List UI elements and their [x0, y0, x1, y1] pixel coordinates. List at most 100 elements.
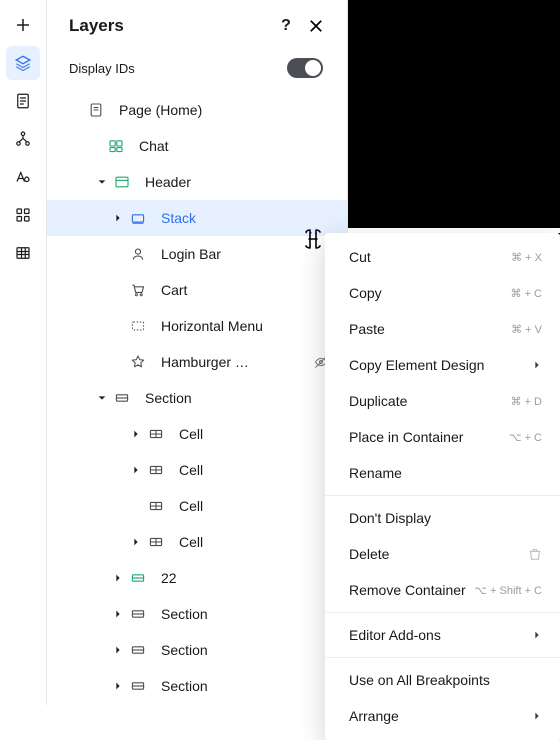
left-rail [0, 0, 47, 705]
layer-row[interactable]: Cell [47, 416, 347, 452]
layer-row[interactable]: Cell [47, 488, 347, 524]
layer-row[interactable]: Login Bar [47, 236, 347, 272]
layer-label: Page (Home) [119, 102, 202, 118]
layer-row[interactable]: 22 [47, 560, 347, 596]
rail-item-data[interactable] [6, 236, 40, 270]
chat-icon [107, 137, 125, 155]
menu-item[interactable]: Copy ⌘ + C [325, 275, 560, 311]
layer-label: Horizontal Menu [161, 318, 263, 334]
menu-item[interactable]: Use on All Breakpoints [325, 662, 560, 698]
cell-icon [147, 497, 165, 515]
help-icon[interactable]: ? [277, 17, 295, 35]
chevron-right-icon [532, 630, 542, 640]
close-icon[interactable] [307, 17, 325, 35]
context-menu: Cut⌘ + X Copy ⌘ + C Paste ⌘ + V Copy Element … [325, 233, 560, 740]
menu-item-label: Copy Element Design [349, 357, 484, 373]
cell-icon [147, 461, 165, 479]
page-icon [87, 101, 105, 119]
hmenu-icon [129, 317, 147, 335]
menu-item[interactable]: Duplicate ⌘ + D [325, 383, 560, 419]
display-ids-label: Display IDs [69, 61, 287, 76]
chevron-right-icon[interactable] [111, 681, 125, 691]
menu-shortcut: ⌘ + V [511, 323, 542, 336]
menu-item[interactable]: Rename [325, 455, 560, 491]
menu-item-label: Don't Display [349, 510, 431, 526]
layers-panel: Layers ? Display IDs Page (Home)ChatHead… [47, 0, 348, 705]
chevron-right-icon[interactable] [111, 609, 125, 619]
cart-icon [129, 281, 147, 299]
section-icon [129, 605, 147, 623]
layer-label: Header [145, 174, 191, 190]
layer-label: Cell [179, 462, 203, 478]
chevron-right-icon[interactable] [129, 429, 143, 439]
menu-shortcut: ⌘ + C [511, 287, 542, 300]
rail-item-apps[interactable] [6, 198, 40, 232]
menu-shortcut: ⌘ + D [511, 395, 542, 408]
section-icon [129, 641, 147, 659]
chevron-right-icon[interactable] [129, 537, 143, 547]
menu-item[interactable]: Remove Container⌥ + Shift + C [325, 572, 560, 608]
chevron-right-icon [532, 711, 542, 721]
menu-item-label: Delete [349, 546, 389, 562]
menu-separator [325, 657, 560, 658]
section-g-icon [129, 569, 147, 587]
menu-item-label: Copy [349, 285, 382, 301]
chevron-right-icon[interactable] [111, 573, 125, 583]
menu-item[interactable]: Paste ⌘ + V [325, 311, 560, 347]
chevron-right-icon[interactable] [111, 645, 125, 655]
layer-row[interactable]: Hamburger … [47, 344, 347, 380]
login-icon [129, 245, 147, 263]
chevron-down-icon[interactable] [95, 177, 109, 187]
layer-label: Login Bar [161, 246, 221, 262]
layer-label: Chat [139, 138, 169, 154]
chevron-right-icon [532, 360, 542, 370]
menu-item-label: Duplicate [349, 393, 407, 409]
display-ids-row: Display IDs [47, 48, 347, 92]
layer-label: Cart [161, 282, 187, 298]
layer-row[interactable]: Cell [47, 452, 347, 488]
menu-item-label: Arrange [349, 708, 399, 724]
menu-item-label: Cut [349, 249, 371, 265]
menu-item[interactable]: Place in Container⌥ + C [325, 419, 560, 455]
rail-item-pages[interactable] [6, 84, 40, 118]
layer-label: Cell [179, 498, 203, 514]
chevron-right-icon[interactable] [129, 465, 143, 475]
menu-item-label: Place in Container [349, 429, 463, 445]
layer-row[interactable]: Horizontal Menu [47, 308, 347, 344]
menu-item-label: Paste [349, 321, 385, 337]
layer-row[interactable]: Stack [47, 200, 347, 236]
layer-row[interactable]: Page (Home) [47, 92, 347, 128]
chevron-down-icon[interactable] [95, 393, 109, 403]
layer-label: Cell [179, 426, 203, 442]
cell-icon [147, 533, 165, 551]
layer-tree: Page (Home) Chat Header Stack Login Bar Cart H… [47, 92, 347, 705]
menu-separator [325, 495, 560, 496]
layer-row[interactable]: Section [47, 668, 347, 704]
rail-item-add[interactable] [6, 8, 40, 42]
layer-row[interactable]: Section [47, 380, 347, 416]
layer-row[interactable]: Section [47, 596, 347, 632]
delete-icon [528, 547, 542, 561]
layer-label: Section [161, 642, 208, 658]
layer-label: Cell [179, 534, 203, 550]
menu-item[interactable]: Editor Add-ons [325, 617, 560, 653]
menu-item[interactable]: Copy Element Design [325, 347, 560, 383]
chevron-right-icon[interactable] [111, 213, 125, 223]
display-ids-toggle[interactable] [287, 58, 323, 78]
header-icon [113, 173, 131, 191]
menu-item-label: Rename [349, 465, 402, 481]
layer-row[interactable]: Header [47, 164, 347, 200]
menu-separator [325, 612, 560, 613]
layer-row[interactable]: Cell [47, 524, 347, 560]
rail-item-site-structure[interactable] [6, 122, 40, 156]
menu-item[interactable]: Arrange [325, 698, 560, 734]
layer-row[interactable]: Section [47, 632, 347, 668]
layer-label: Section [145, 390, 192, 406]
menu-item[interactable]: Don't Display [325, 500, 560, 536]
rail-item-theme[interactable] [6, 160, 40, 194]
layer-row[interactable]: Chat [47, 128, 347, 164]
menu-item[interactable]: Delete [325, 536, 560, 572]
rail-item-layers[interactable] [6, 46, 40, 80]
layer-row[interactable]: Cart [47, 272, 347, 308]
menu-item[interactable]: Cut⌘ + X [325, 239, 560, 275]
